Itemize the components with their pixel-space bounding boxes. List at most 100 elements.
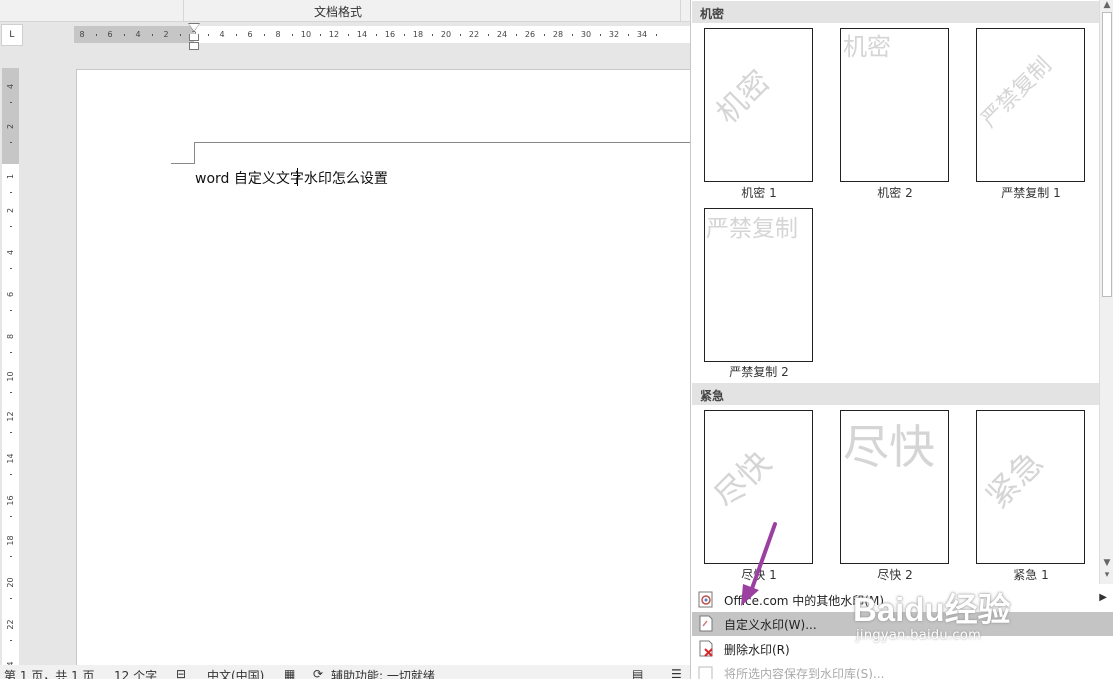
ruler-tick-label: 4 — [135, 30, 141, 39]
ruler-tick-mark — [264, 34, 265, 36]
ruler-tick-mark — [404, 34, 405, 36]
watermark-preview-text: 尽快 — [706, 443, 779, 516]
submenu-arrow-icon: ▶ — [1099, 592, 1107, 603]
ruler-tick-label: 1 — [6, 173, 15, 180]
gallery-section-header: 紧急 — [692, 383, 1101, 405]
scroll-down-icon[interactable]: ▼ — [1101, 558, 1113, 568]
ruler-tick-mark — [544, 34, 545, 36]
macro-icon[interactable]: ▦ — [284, 667, 295, 679]
ruler-tick-label: 8 — [6, 333, 15, 340]
first-line-indent-marker-fill — [189, 24, 199, 31]
scroll-up-icon[interactable]: ▲ — [1101, 0, 1113, 10]
menu-item-label: 自定义水印(W)... — [724, 618, 817, 632]
watermark-thumbnail[interactable]: 尽快 — [704, 410, 813, 564]
watermark-thumbnail[interactable]: 严禁复制 — [704, 208, 813, 362]
ruler-tick-label: 8 — [79, 30, 85, 39]
gallery-scrollbar[interactable]: ▲ ▼ ▾ — [1099, 0, 1113, 584]
document-text[interactable]: word 自定义文字水印怎么设置 — [195, 168, 388, 188]
watermark-label: 机密 1 — [741, 186, 777, 200]
menu-item-label: 将所选内容保存到水印库(S)... — [724, 667, 885, 679]
left-indent-marker[interactable] — [189, 42, 199, 50]
ruler-tick-mark — [152, 34, 153, 36]
text-boundary-corner — [194, 143, 195, 163]
ruler-tick-mark — [10, 474, 12, 475]
tab-stop-selector[interactable]: L — [1, 24, 23, 46]
ruler-tick-label: 4 — [219, 30, 225, 39]
ruler-tick-label: 12 — [328, 30, 340, 39]
ruler-tick-mark — [10, 102, 12, 103]
accessibility-status[interactable]: 辅助功能: 一切就绪 — [331, 667, 435, 679]
ruler-tick-label: 8 — [275, 30, 281, 39]
ruler-tick-mark — [10, 310, 12, 311]
ruler-tick-label: 12 — [6, 411, 15, 422]
ruler-tick-mark — [10, 556, 12, 557]
ruler-tick-label: 10 — [300, 30, 312, 39]
ruler-tick-label: 26 — [524, 30, 536, 39]
ruler-tick-mark — [376, 34, 377, 36]
ruler-tick-label: 22 — [468, 30, 480, 39]
watermark-label: 严禁复制 2 — [729, 365, 789, 379]
ruler-tick-label: 30 — [580, 30, 592, 39]
menu-item-save-to-gallery: 将所选内容保存到水印库(S)... — [692, 661, 1113, 679]
ruler-tick-label: 2 — [163, 30, 169, 39]
ruler-tick-label: 28 — [552, 30, 564, 39]
ruler-tick-label: 2 — [6, 207, 15, 214]
watermark-thumbnail[interactable]: 紧急 — [976, 410, 1085, 564]
watermark-thumbnail[interactable]: 尽快 — [840, 410, 949, 564]
status-bar: 第 1 页，共 1 页 12 个字 ⊟ 中文(中国) ▦ ⟳ 辅助功能: 一切就… — [0, 665, 690, 679]
ruler-tick-mark — [10, 268, 12, 269]
watermark-preview-text: 机密 — [709, 63, 778, 132]
remove-watermark-icon — [699, 640, 713, 657]
watermark-preview-text: 紧急 — [978, 443, 1051, 516]
ruler-tick-mark — [432, 34, 433, 36]
document-page[interactable] — [76, 69, 696, 679]
text-boundary-corner — [171, 163, 195, 164]
ruler-tick-mark — [124, 34, 125, 36]
watermark-thumbnail[interactable]: 机密 — [840, 28, 949, 182]
ruler-tick-label: 10 — [6, 371, 15, 382]
print-layout-icon[interactable]: ☰ — [671, 667, 682, 679]
ruler-tick-label: 32 — [608, 30, 620, 39]
ruler-tick-label: 22 — [6, 619, 15, 630]
ruler-tick-mark — [10, 392, 12, 393]
language-indicator[interactable]: 中文(中国) — [207, 667, 264, 679]
watermark-preview-text: 严禁复制 — [706, 216, 798, 242]
ruler-tick-mark — [460, 34, 461, 36]
ruler-tick-label: 6 — [6, 291, 15, 298]
ruler-tick-label: 20 — [440, 30, 452, 39]
watermark-preview-text: 尽快 — [843, 420, 935, 474]
expand-gallery-icon[interactable]: ▾ — [1101, 570, 1113, 580]
ribbon-group-title: 文档格式 — [313, 5, 362, 19]
ruler-tick-label: 2 — [6, 123, 15, 130]
hanging-indent-marker[interactable] — [189, 34, 199, 41]
ruler-tick-label: 16 — [6, 495, 15, 506]
watermark-thumbnail[interactable]: 严禁复制 — [976, 28, 1085, 182]
gallery-section-header: 机密 — [692, 1, 1101, 23]
ruler-tick-label: 20 — [6, 577, 15, 588]
ruler-tick-mark — [292, 34, 293, 36]
horizontal-ruler[interactable]: 8642246810121416182022242628303234 — [74, 26, 690, 43]
read-mode-icon[interactable]: ▤ — [632, 667, 643, 679]
ruler-tick-mark — [10, 516, 12, 517]
watermark-preview-text: 严禁复制 — [976, 52, 1057, 133]
ruler-tick-label: 4 — [6, 249, 15, 256]
vertical-ruler[interactable]: 42124681012141618202224 — [2, 68, 19, 679]
scrollbar-thumb[interactable] — [1102, 12, 1112, 297]
ruler-tick-label: 24 — [496, 30, 508, 39]
ruler-tick-mark — [208, 34, 209, 36]
baidu-brand-text: Baidu经验 — [853, 591, 1011, 628]
watermark-thumbnail[interactable]: 机密 — [704, 28, 813, 182]
ruler-tick-label: 6 — [107, 30, 113, 39]
divider — [183, 0, 184, 22]
menu-item-label: 删除水印(R) — [724, 643, 790, 657]
ruler-tick-mark — [10, 142, 12, 143]
baidu-watermark: Baidu经验 jingyan.baidu.com — [853, 573, 1093, 653]
page-count[interactable]: 第 1 页，共 1 页 — [4, 667, 95, 679]
proofing-icon[interactable]: ⊟ — [176, 667, 186, 679]
accessibility-icon[interactable]: ⟳ — [313, 667, 323, 679]
ruler-tick-mark — [10, 432, 12, 433]
watermark-label: 严禁复制 1 — [1001, 186, 1061, 200]
ruler-tick-mark — [656, 34, 657, 36]
word-count[interactable]: 12 个字 — [114, 667, 157, 679]
baidu-brand-url: jingyan.baidu.com — [856, 628, 982, 643]
